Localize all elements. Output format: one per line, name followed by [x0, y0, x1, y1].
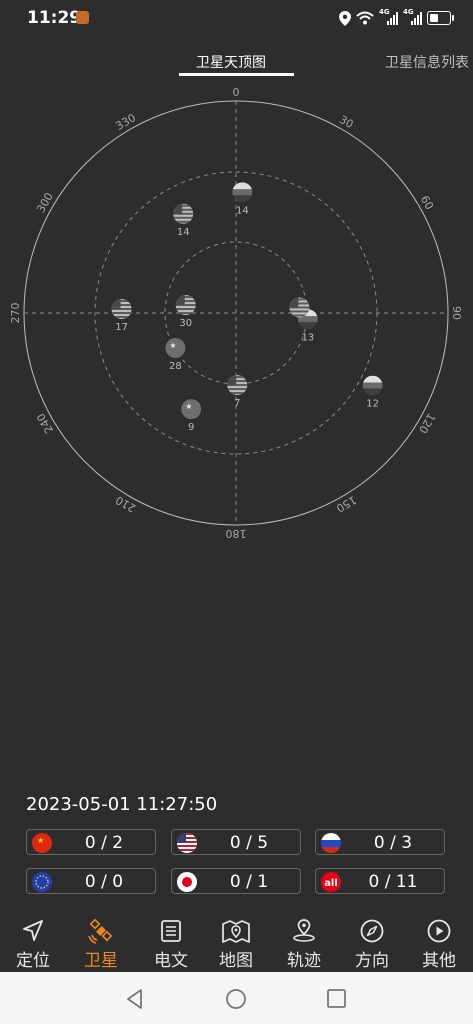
count-box-japan[interactable]: 0 / 1 — [171, 868, 301, 894]
azimuth-label-120: 120 — [416, 411, 438, 436]
satellite-marker: 30 — [175, 295, 196, 329]
tab-satellite-list[interactable]: 卫星信息列表 — [385, 52, 469, 72]
satellite-id-label: 14 — [177, 227, 190, 238]
count-box-eu[interactable]: 0 / 0 — [26, 868, 156, 894]
count-box-russia[interactable]: 0 / 3 — [315, 829, 445, 855]
satellite-marker — [289, 297, 310, 318]
tab-sky-view[interactable]: 卫星天顶图 — [196, 52, 266, 72]
nav-label-satellite: 卫星 — [84, 951, 118, 971]
back-icon[interactable] — [124, 988, 146, 1010]
usa-flag-icon — [177, 833, 197, 853]
azimuth-label-270: 270 — [9, 303, 22, 324]
status-bar: 11:29 4G 4G — [0, 0, 473, 36]
home-icon[interactable] — [225, 988, 247, 1010]
compass-icon — [360, 919, 384, 943]
nav-label-location: 定位 — [16, 951, 50, 971]
count-text-all: 0 / 11 — [368, 872, 418, 892]
count-box-usa[interactable]: 0 / 5 — [171, 829, 301, 855]
satellite-marker: 14 — [173, 203, 194, 238]
nav-item-other[interactable]: 其他 — [409, 914, 469, 972]
satellite-id-label: 17 — [115, 322, 128, 333]
satellite-id-label: 12 — [366, 399, 379, 410]
china-flag-icon: ★ — [32, 833, 52, 853]
map-icon — [222, 920, 250, 943]
nav-item-direction[interactable]: 方向 — [342, 914, 402, 972]
nav-label-other: 其他 — [422, 951, 456, 971]
recents-icon[interactable] — [326, 988, 348, 1010]
azimuth-label-90: 90 — [450, 306, 463, 320]
count-text-russia: 0 / 3 — [373, 833, 413, 853]
russia-flag-icon — [321, 833, 341, 853]
nav-item-satellite[interactable]: 卫星 — [71, 914, 131, 972]
nav-item-track[interactable]: 轨迹 — [274, 914, 334, 972]
system-navigation-bar — [0, 972, 473, 1024]
satellite-marker: ★ 28 — [165, 337, 186, 372]
count-text-eu: 0 / 0 — [84, 872, 124, 892]
track-pin-icon — [293, 919, 315, 942]
satellite-id-label: 30 — [179, 318, 192, 329]
location-icon — [339, 10, 351, 26]
azimuth-label-300: 300 — [34, 190, 56, 215]
count-text-japan: 0 / 1 — [229, 872, 269, 892]
satellite-id-label: 14 — [236, 205, 249, 216]
count-text-china: 0 / 2 — [84, 833, 124, 853]
satellite-marker: 14 — [232, 182, 253, 216]
network-type-label-2: 4G — [403, 8, 414, 16]
count-text-usa: 0 / 5 — [229, 833, 269, 853]
network-type-label: 4G — [379, 8, 390, 16]
status-icons: 4G 4G — [339, 8, 454, 28]
all-icon-label: all — [324, 878, 338, 889]
nav-label-track: 轨迹 — [287, 951, 321, 971]
nav-label-messages: 电文 — [154, 951, 188, 971]
active-tab-indicator — [179, 73, 294, 76]
japan-flag-icon — [177, 872, 197, 892]
nav-item-map[interactable]: 地图 — [206, 914, 266, 972]
satellite-id-label: 7 — [234, 398, 240, 409]
satellite-id-label: 28 — [169, 361, 182, 372]
bottom-nav: 定位 卫星 电文 地图 轨迹 方向 其他 — [0, 914, 473, 972]
battery-icon — [427, 11, 454, 25]
azimuth-label-180: 180 — [226, 527, 247, 540]
sky-plot: 0306090120150180210240270300330 141417 30… — [9, 86, 463, 540]
cellular-signal-icon: 4G — [379, 8, 398, 25]
status-time: 11:29 — [27, 8, 82, 28]
satellite-id-label: 13 — [301, 332, 314, 343]
satellite-marker: 17 — [111, 299, 132, 333]
count-box-china[interactable]: ★ 0 / 2 — [26, 829, 156, 855]
nav-item-location[interactable]: 定位 — [3, 914, 63, 972]
svg-text:★: ★ — [37, 836, 44, 845]
play-circle-icon — [427, 919, 451, 943]
satellite-marker: 12 — [362, 375, 383, 410]
wifi-icon — [356, 11, 374, 25]
svg-text:★: ★ — [169, 341, 176, 350]
azimuth-label-210: 210 — [113, 493, 138, 515]
satellite-icon — [88, 918, 113, 944]
nav-item-messages[interactable]: 电文 — [141, 914, 201, 972]
eu-flag-icon — [32, 872, 52, 892]
cellular-signal-icon-2: 4G — [403, 8, 422, 25]
azimuth-label-0: 0 — [233, 86, 240, 99]
azimuth-label-330: 330 — [113, 111, 138, 133]
app-notification-icon — [76, 11, 89, 24]
svg-text:★: ★ — [185, 402, 192, 411]
navigation-arrow-icon — [23, 920, 43, 941]
azimuth-label-150: 150 — [334, 493, 359, 515]
nav-label-map: 地图 — [219, 951, 253, 971]
satellite-id-label: 9 — [188, 422, 194, 433]
fix-datetime: 2023-05-01 11:27:50 — [26, 794, 218, 815]
all-icon: all — [321, 872, 341, 892]
nav-label-direction: 方向 — [355, 951, 389, 971]
document-icon — [161, 920, 181, 942]
azimuth-label-240: 240 — [34, 411, 56, 436]
satellite-marker: 7 — [227, 375, 248, 409]
satellite-marker: ★9 — [181, 399, 202, 433]
count-box-all[interactable]: all 0 / 11 — [315, 868, 445, 894]
